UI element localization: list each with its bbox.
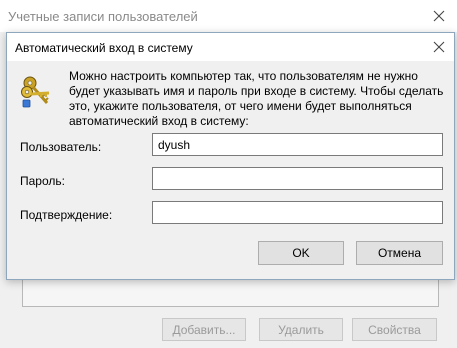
confirm-password-label: Подтверждение: [20,208,113,222]
user-accounts-close-button[interactable] [425,2,453,30]
auto-logon-dialog: Автоматический вход в систему Можно наст… [6,32,455,280]
user-accounts-title: Учетные записи пользователей [8,9,198,24]
ok-button[interactable]: OK [258,241,344,265]
password-label: Пароль: [20,174,65,188]
cancel-button[interactable]: Отмена [356,241,443,265]
dialog-title: Автоматический вход в систему [15,41,193,55]
add-user-button[interactable]: Добавить... [162,318,246,341]
user-label: Пользователь: [20,140,102,154]
user-accounts-titlebar: Учетные записи пользователей [0,0,457,32]
dialog-description: Можно настроить компьютер так, что польз… [69,69,444,128]
dialog-close-button[interactable] [426,34,452,60]
properties-button[interactable]: Свойства [352,318,437,341]
close-icon [433,10,445,22]
remove-user-button[interactable]: Удалить [259,318,343,341]
close-icon [433,41,445,53]
confirm-password-input[interactable] [152,201,443,224]
dialog-titlebar: Автоматический вход в систему [7,33,454,61]
password-input[interactable] [152,167,443,190]
keys-icon [19,73,55,109]
user-input[interactable] [152,133,443,156]
